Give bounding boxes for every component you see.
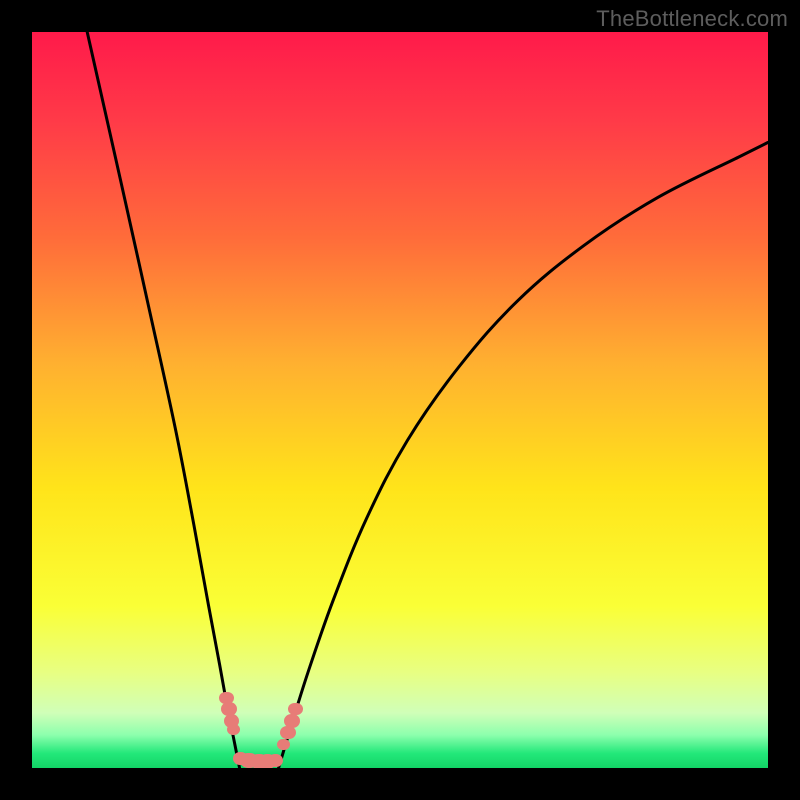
chart-frame: TheBottleneck.com: [0, 0, 800, 800]
curve-layer: [32, 32, 768, 768]
left-curve: [87, 32, 239, 768]
right-curve: [279, 142, 768, 768]
plot-area: [32, 32, 768, 768]
watermark-text: TheBottleneck.com: [596, 6, 788, 32]
